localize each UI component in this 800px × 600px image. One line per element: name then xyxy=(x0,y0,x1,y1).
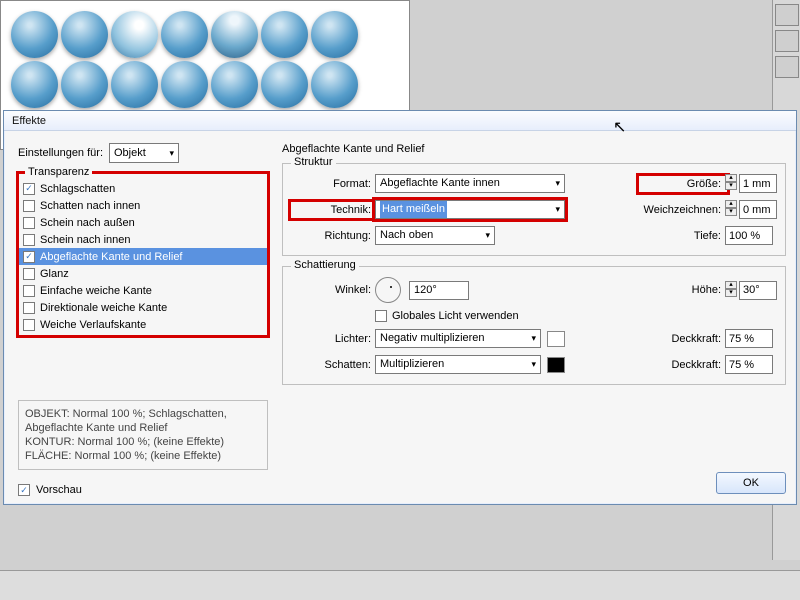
preview-label: Vorschau xyxy=(36,484,82,496)
settings-for-label: Einstellungen für: xyxy=(18,147,103,159)
spinner-icon[interactable]: ▴▾ xyxy=(725,174,737,193)
effect-item[interactable]: Schatten nach innen xyxy=(19,197,267,214)
summary-info: OBJEKT: Normal 100 %; Schlagschatten, Ab… xyxy=(18,400,268,470)
winkel-label: Winkel: xyxy=(293,284,375,296)
effect-item[interactable]: Schein nach außen xyxy=(19,214,267,231)
dialog-title: Effekte xyxy=(4,111,796,131)
tiefe-input[interactable]: 100 % xyxy=(725,226,773,245)
angle-dial[interactable] xyxy=(375,277,401,303)
soften-input[interactable]: 0 mm xyxy=(739,200,777,219)
effect-item[interactable]: Weiche Verlaufskante xyxy=(19,316,267,333)
panel-button[interactable] xyxy=(775,56,799,78)
deckkraft2-input[interactable]: 75 % xyxy=(725,355,773,374)
hoehe-input[interactable]: 30° xyxy=(739,281,777,300)
tiefe-label: Tiefe: xyxy=(641,230,725,242)
swatch-grid xyxy=(11,11,399,108)
panel-button[interactable] xyxy=(775,30,799,52)
group-title-schattierung: Schattierung xyxy=(291,259,359,271)
technik-select[interactable]: Hart meißeln▾ xyxy=(375,200,565,219)
deckkraft1-input[interactable]: 75 % xyxy=(725,329,773,348)
size-label: Größe: xyxy=(641,178,725,190)
global-light-label: Globales Licht verwenden xyxy=(392,310,519,322)
size-input[interactable]: 1 mm xyxy=(739,174,777,193)
lichter-select[interactable]: Negativ multiplizieren▾ xyxy=(375,329,541,348)
lichter-label: Lichter: xyxy=(293,333,375,345)
richtung-select[interactable]: Nach oben▾ xyxy=(375,226,495,245)
richtung-label: Richtung: xyxy=(293,230,375,242)
hoehe-label: Höhe: xyxy=(641,284,725,296)
checkbox-icon[interactable] xyxy=(23,319,35,331)
format-select[interactable]: Abgeflachte Kante innen▾ xyxy=(375,174,565,193)
global-light-checkbox[interactable] xyxy=(375,310,387,322)
chevron-down-icon: ▾ xyxy=(555,201,560,218)
schatten-label: Schatten: xyxy=(293,359,375,371)
spinner-icon[interactable]: ▴▾ xyxy=(725,200,737,219)
checkbox-icon[interactable] xyxy=(23,268,35,280)
effect-item[interactable]: Einfache weiche Kante xyxy=(19,282,267,299)
chevron-down-icon: ▾ xyxy=(531,356,536,373)
group-title-transparenz: Transparenz xyxy=(25,166,92,178)
preview-checkbox[interactable] xyxy=(18,484,30,496)
effects-group: Transparenz Schlagschatten Schatten nach… xyxy=(18,173,268,336)
color-swatch-black[interactable] xyxy=(547,357,565,373)
schattierung-group: Schattierung Winkel: 120° Höhe: ▴▾30° Gl… xyxy=(282,266,786,385)
technik-label: Technik: xyxy=(293,204,375,216)
checkbox-icon[interactable] xyxy=(23,217,35,229)
effect-item-selected[interactable]: Abgeflachte Kante und Relief xyxy=(19,248,267,265)
deckkraft2-label: Deckkraft: xyxy=(641,359,725,371)
soften-label: Weichzeichnen: xyxy=(641,204,725,216)
group-title-struktur: Struktur xyxy=(291,156,336,168)
panel-title: Abgeflachte Kante und Relief xyxy=(282,143,786,155)
schatten-select[interactable]: Multiplizieren▾ xyxy=(375,355,541,374)
effects-dialog: Effekte Einstellungen für: Objekt▾ Trans… xyxy=(3,110,797,505)
format-label: Format: xyxy=(293,178,375,190)
effect-item[interactable]: Glanz xyxy=(19,265,267,282)
checkbox-icon[interactable] xyxy=(23,183,35,195)
spinner-icon[interactable]: ▴▾ xyxy=(725,281,737,300)
ok-button[interactable]: OK xyxy=(716,472,786,494)
winkel-input[interactable]: 120° xyxy=(409,281,469,300)
bottom-scrollbar[interactable] xyxy=(0,570,800,600)
effect-item[interactable]: Direktionale weiche Kante xyxy=(19,299,267,316)
effect-item[interactable]: Schein nach innen xyxy=(19,231,267,248)
panel-button[interactable] xyxy=(775,4,799,26)
checkbox-icon[interactable] xyxy=(23,285,35,297)
chevron-down-icon: ▾ xyxy=(531,330,536,347)
chevron-down-icon: ▾ xyxy=(555,175,560,192)
checkbox-icon[interactable] xyxy=(23,251,35,263)
checkbox-icon[interactable] xyxy=(23,234,35,246)
effect-item[interactable]: Schlagschatten xyxy=(19,180,267,197)
checkbox-icon[interactable] xyxy=(23,200,35,212)
chevron-down-icon: ▾ xyxy=(169,148,174,159)
deckkraft1-label: Deckkraft: xyxy=(641,333,725,345)
struktur-group: Struktur Format: Abgeflachte Kante innen… xyxy=(282,163,786,256)
checkbox-icon[interactable] xyxy=(23,302,35,314)
settings-for-select[interactable]: Objekt▾ xyxy=(109,143,179,163)
color-swatch-white[interactable] xyxy=(547,331,565,347)
chevron-down-icon: ▾ xyxy=(485,227,490,244)
